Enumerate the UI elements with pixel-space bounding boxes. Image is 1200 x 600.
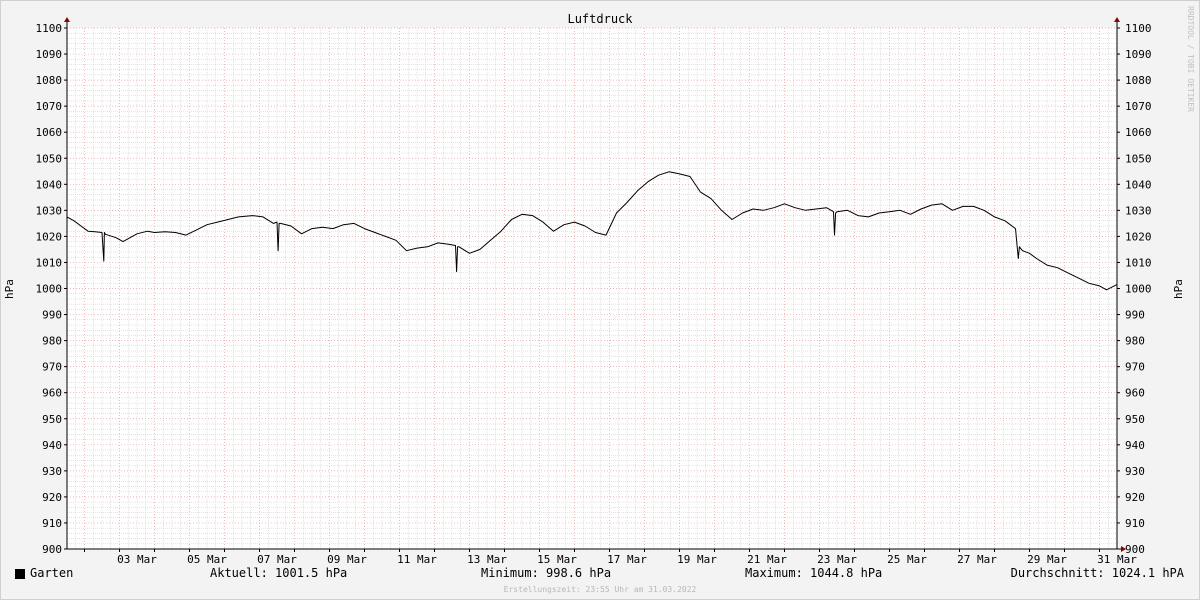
legend-series-label: Garten [30, 566, 74, 580]
y-tick-label-left: 910 [42, 517, 62, 530]
y-tick-label-left: 990 [42, 309, 62, 322]
x-tick-label: 29 Mar [1027, 553, 1067, 566]
y-tick-label-left: 900 [42, 543, 62, 556]
x-tick-label: 13 Mar [467, 553, 507, 566]
x-tick-label: 25 Mar [887, 553, 927, 566]
y-tick-label-left: 1100 [36, 22, 63, 35]
y-tick-label-right: 1070 [1125, 100, 1152, 113]
y-tick-label-left: 1090 [36, 48, 63, 61]
y-tick-label-left: 1010 [36, 256, 63, 269]
y-tick-label-right: 980 [1125, 335, 1145, 348]
y-tick-label-left: 1080 [36, 74, 63, 87]
x-tick-label: 15 Mar [537, 553, 577, 566]
y-tick-label-right: 970 [1125, 361, 1145, 374]
x-tick-label: 19 Mar [677, 553, 717, 566]
legend-swatch [15, 569, 25, 579]
y-axis-arrow-left [64, 17, 70, 22]
x-tick-label: 27 Mar [957, 553, 997, 566]
y-tick-label-left: 980 [42, 335, 62, 348]
y-tick-label-left: 930 [42, 465, 62, 478]
y-tick-label-left: 940 [42, 439, 62, 452]
legend: Garten Aktuell: 1001.5 hPa Minimum: 998.… [0, 566, 1200, 586]
y-tick-label-right: 940 [1125, 439, 1145, 452]
legend-aktuell: Aktuell: 1001.5 hPa [210, 566, 348, 580]
y-tick-label-left: 1000 [36, 283, 63, 296]
x-tick-label: 05 Mar [187, 553, 227, 566]
x-tick-label: 17 Mar [607, 553, 647, 566]
y-tick-label-left: 920 [42, 491, 62, 504]
y-tick-label-left: 1030 [36, 204, 63, 217]
x-tick-label: 21 Mar [747, 553, 787, 566]
y-tick-label-right: 950 [1125, 413, 1145, 426]
x-tick-label: 31 Mar [1097, 553, 1137, 566]
y-axis-label-right: hPa [1172, 279, 1185, 299]
x-tick-label: 07 Mar [257, 553, 297, 566]
y-tick-label-left: 1050 [36, 152, 63, 165]
y-tick-label-left: 960 [42, 387, 62, 400]
y-tick-label-right: 1020 [1125, 230, 1152, 243]
legend-maximum: Maximum: 1044.8 hPa [745, 566, 883, 580]
y-tick-label-right: 1090 [1125, 48, 1152, 61]
legend-minimum: Minimum: 998.6 hPa [481, 566, 612, 580]
y-tick-label-right: 1040 [1125, 178, 1152, 191]
y-tick-label-right: 960 [1125, 387, 1145, 400]
y-tick-label-right: 1010 [1125, 256, 1152, 269]
y-axis-arrow-right [1114, 17, 1120, 22]
y-tick-label-left: 1040 [36, 178, 63, 191]
y-tick-label-left: 1020 [36, 230, 63, 243]
footer-timestamp: Erstellungszeit: 23:55 Uhr am 31.03.2022 [503, 585, 697, 594]
y-tick-label-left: 1070 [36, 100, 63, 113]
x-tick-label: 03 Mar [117, 553, 157, 566]
y-tick-label-right: 1030 [1125, 204, 1152, 217]
y-tick-label-right: 1060 [1125, 126, 1152, 139]
y-tick-label-right: 990 [1125, 309, 1145, 322]
legend-durchschnitt: Durchschnitt: 1024.1 hPA [1010, 566, 1184, 580]
y-tick-label-right: 1000 [1125, 283, 1152, 296]
y-tick-label-right: 1050 [1125, 152, 1152, 165]
y-tick-label-right: 1080 [1125, 74, 1152, 87]
y-tick-label-right: 910 [1125, 517, 1145, 530]
chart-title: Luftdruck [567, 12, 633, 26]
watermark: RRDTOOL / TOBI OETIKER [1186, 6, 1195, 112]
y-tick-label-right: 1100 [1125, 22, 1152, 35]
y-tick-label-left: 950 [42, 413, 62, 426]
x-tick-label: 23 Mar [817, 553, 857, 566]
pressure-chart: 900 900910 910920 920930 930940 940950 950960 9… [3, 12, 1185, 566]
y-tick-label-left: 970 [42, 361, 62, 374]
grid [66, 27, 1118, 550]
x-tick-label: 11 Mar [397, 553, 437, 566]
y-tick-label-right: 930 [1125, 465, 1145, 478]
x-tick-label: 09 Mar [327, 553, 367, 566]
y-tick-label-right: 920 [1125, 491, 1145, 504]
y-axis-label-left: hPa [3, 279, 16, 299]
y-tick-label-left: 1060 [36, 126, 63, 139]
